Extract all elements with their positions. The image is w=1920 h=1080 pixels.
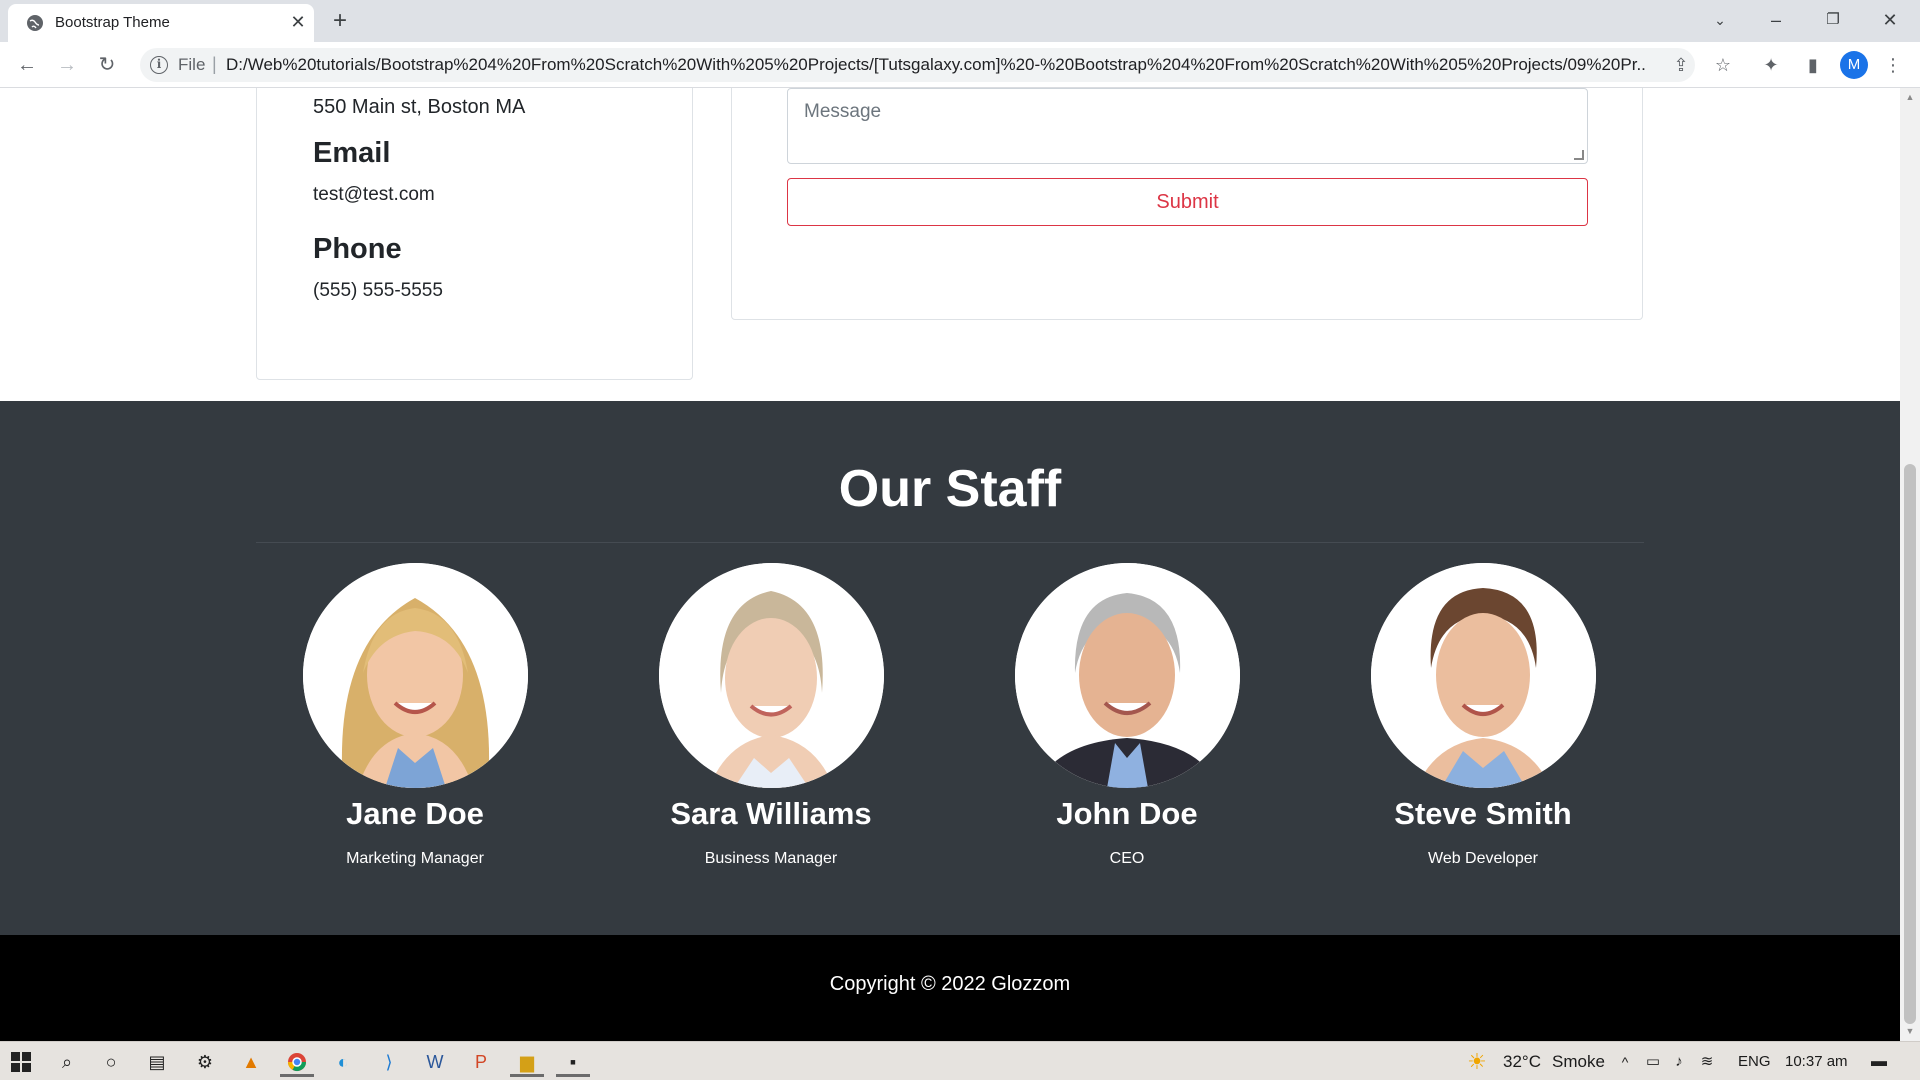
staff-divider bbox=[256, 542, 1644, 543]
staff-name: Steve Smith bbox=[1394, 796, 1572, 831]
settings-gear-icon[interactable]: ⚙ bbox=[188, 1047, 222, 1077]
contact-form-card: Message Submit bbox=[731, 88, 1643, 320]
url-text[interactable]: D:/Web%20tutorials/Bootstrap%204%20From%… bbox=[226, 55, 1646, 75]
resize-handle-icon[interactable] bbox=[1574, 150, 1584, 160]
browser-tab-strip: Bootstrap Theme ✕ + ⌄ – ❐ ✕ bbox=[0, 0, 1920, 42]
omnibox-separator: | bbox=[212, 54, 217, 74]
file-explorer-icon[interactable]: ▆ bbox=[510, 1047, 544, 1077]
wifi-icon[interactable]: ≋ bbox=[1690, 1047, 1724, 1077]
windows-start-icon[interactable] bbox=[4, 1047, 38, 1077]
browser-toolbar: ← → ↻ i File | D:/Web%20tutorials/Bootst… bbox=[0, 42, 1920, 88]
address-bar[interactable]: i File | D:/Web%20tutorials/Bootstrap%20… bbox=[140, 48, 1695, 82]
notifications-icon[interactable]: ▬ bbox=[1862, 1047, 1896, 1077]
staff-photo-jane bbox=[302, 563, 528, 788]
profile-avatar[interactable]: M bbox=[1840, 51, 1868, 79]
share-icon[interactable]: ⇪ bbox=[1668, 52, 1694, 78]
staff-name: Sara Williams bbox=[670, 796, 872, 831]
site-info-icon[interactable]: i bbox=[150, 56, 168, 74]
email-heading: Email bbox=[313, 137, 391, 169]
word-icon[interactable]: W bbox=[418, 1047, 452, 1077]
staff-photo-sara bbox=[658, 563, 884, 788]
staff-name: Jane Doe bbox=[346, 796, 484, 831]
weather-icon[interactable]: ☀ bbox=[1460, 1047, 1494, 1077]
staff-card: John Doe CEO bbox=[949, 563, 1305, 868]
page-viewport: 550 Main st, Boston MA Email test@test.c… bbox=[0, 88, 1900, 1041]
close-window-button[interactable]: ✕ bbox=[1870, 6, 1910, 34]
new-tab-button[interactable]: + bbox=[326, 8, 354, 36]
windows-taskbar: ⌕ ○ ▤ ⚙ ▲ ◐ ⟩ W P ▆ ▪ ☀ 32°C Smoke ^ ▭ ♪… bbox=[0, 1041, 1920, 1080]
contact-address: 550 Main st, Boston MA bbox=[313, 96, 526, 118]
cortana-icon[interactable]: ○ bbox=[94, 1047, 128, 1077]
copyright-text: Copyright © 2022 Glozzom bbox=[829, 973, 1071, 995]
staff-card: Sara Williams Business Manager bbox=[593, 563, 949, 868]
tab-title: Bootstrap Theme bbox=[55, 14, 170, 31]
weather-temperature[interactable]: 32°C bbox=[1503, 1052, 1541, 1072]
message-placeholder: Message bbox=[804, 101, 882, 122]
scroll-up-icon[interactable]: ▲ bbox=[1904, 92, 1916, 104]
back-icon[interactable]: ← bbox=[12, 51, 42, 81]
vscode-icon[interactable]: ⟩ bbox=[372, 1047, 406, 1077]
search-icon[interactable]: ⌕ bbox=[50, 1047, 84, 1077]
message-textarea[interactable]: Message bbox=[787, 88, 1588, 164]
staff-photo-steve bbox=[1370, 563, 1596, 788]
weather-condition[interactable]: Smoke bbox=[1552, 1052, 1605, 1072]
restore-button[interactable]: ❐ bbox=[1813, 6, 1853, 34]
phone-value: (555) 555-5555 bbox=[313, 280, 443, 301]
staff-section: Our Staff Jane Doe Marketing Manager Sar… bbox=[0, 401, 1900, 935]
tab-search-icon[interactable]: ⌄ bbox=[1700, 6, 1740, 34]
language-indicator[interactable]: ENG bbox=[1738, 1053, 1771, 1070]
side-panel-icon[interactable]: ▮ bbox=[1800, 52, 1826, 78]
close-tab-icon[interactable]: ✕ bbox=[286, 10, 310, 34]
vlc-icon[interactable]: ▲ bbox=[234, 1047, 268, 1077]
staff-role: Marketing Manager bbox=[346, 850, 484, 867]
staff-role: Business Manager bbox=[704, 850, 838, 867]
contact-info-card: 550 Main st, Boston MA Email test@test.c… bbox=[256, 88, 693, 380]
task-view-icon[interactable]: ▤ bbox=[140, 1047, 174, 1077]
chrome-icon[interactable] bbox=[280, 1047, 314, 1077]
staff-card: Steve Smith Web Developer bbox=[1305, 563, 1661, 868]
sticky-notes-icon[interactable]: ▪ bbox=[556, 1047, 590, 1077]
staff-card: Jane Doe Marketing Manager bbox=[237, 563, 593, 868]
email-value: test@test.com bbox=[313, 184, 435, 205]
omnibox-scheme: File bbox=[178, 55, 206, 74]
menu-kebab-icon[interactable]: ⋮ bbox=[1880, 52, 1906, 78]
minimize-button[interactable]: – bbox=[1756, 6, 1796, 34]
forward-icon[interactable]: → bbox=[52, 51, 82, 81]
staff-title: Our Staff bbox=[838, 460, 1062, 518]
clock-time[interactable]: 10:37 am bbox=[1785, 1053, 1848, 1070]
page-scrollbar[interactable]: ▲ ▼ bbox=[1900, 88, 1920, 1041]
staff-photo-john bbox=[1014, 563, 1240, 788]
reload-icon[interactable]: ↻ bbox=[92, 51, 122, 81]
browser-tab[interactable]: Bootstrap Theme ✕ bbox=[8, 4, 314, 42]
staff-role: Web Developer bbox=[1428, 850, 1538, 867]
submit-button[interactable]: Submit bbox=[787, 178, 1588, 226]
edge-icon[interactable]: ◐ bbox=[326, 1047, 360, 1077]
phone-heading: Phone bbox=[313, 233, 402, 265]
globe-icon bbox=[27, 15, 43, 31]
powerpoint-icon[interactable]: P bbox=[464, 1047, 498, 1077]
scrollbar-thumb[interactable] bbox=[1904, 464, 1916, 1024]
bookmark-star-icon[interactable]: ☆ bbox=[1710, 52, 1736, 78]
page-footer: Copyright © 2022 Glozzom bbox=[0, 935, 1900, 1041]
scroll-down-icon[interactable]: ▼ bbox=[1904, 1026, 1916, 1038]
staff-name: John Doe bbox=[1056, 796, 1198, 831]
staff-role: CEO bbox=[1109, 850, 1145, 867]
extensions-icon[interactable]: ✦ bbox=[1758, 52, 1784, 78]
